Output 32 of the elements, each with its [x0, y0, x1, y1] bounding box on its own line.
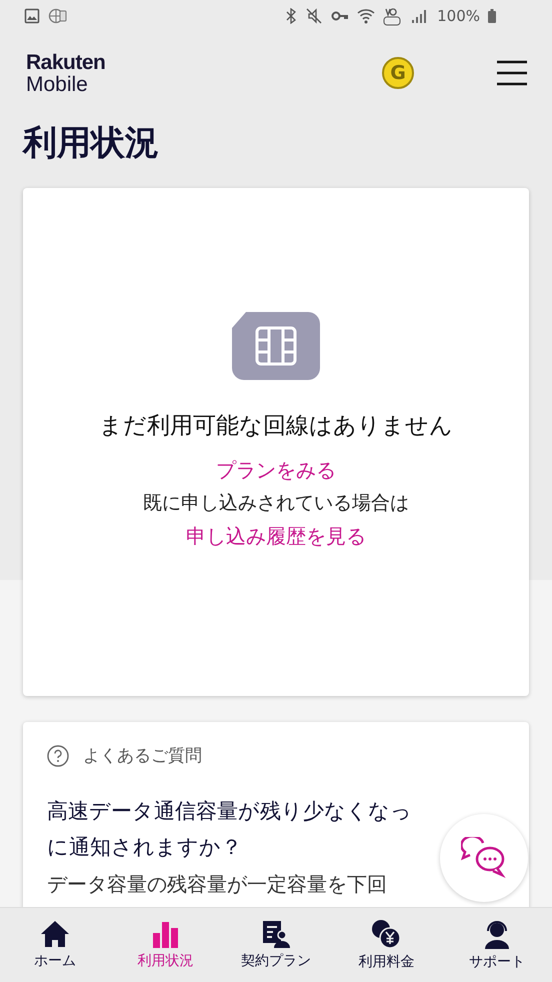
globe-icon [48, 8, 68, 24]
volte-icon [383, 6, 404, 26]
battery-icon [488, 9, 496, 23]
menu-icon[interactable] [496, 60, 528, 86]
faq-heading: よくあるご質問 [83, 745, 202, 767]
applied-note: 既に申し込みされている場合は [143, 491, 409, 516]
no-line-message: まだ利用可能な回線はありません [99, 412, 453, 441]
faq-question[interactable]: 高速データ通信容量が残り少なくなっ [47, 793, 412, 829]
mute-icon [305, 8, 324, 24]
question-icon [47, 744, 69, 766]
nav-tab[interactable]: サポート [442, 908, 552, 982]
bar-chart-icon [150, 920, 181, 948]
home-icon [40, 920, 70, 948]
view-plans-link[interactable]: プランをみる [216, 453, 336, 487]
sim-card-icon [232, 312, 320, 380]
faq-question[interactable]: に通知されますか？ [47, 829, 242, 865]
faq-answer: データ容量の残容量が一定容量を下回 [47, 871, 388, 898]
document-person-icon [261, 920, 292, 948]
image-icon [24, 8, 40, 24]
rakuten-mobile-logo[interactable]: Rakuten Mobile [26, 52, 106, 94]
nav-tab[interactable]: 利用状況 [110, 908, 221, 982]
nav-tab[interactable]: ホーム [0, 908, 110, 982]
battery-percent: 100% [437, 7, 480, 25]
page-title: 利用状況 [23, 122, 160, 165]
nav-tab[interactable]: 利用料金 [331, 908, 442, 982]
coins-icon [371, 919, 402, 949]
application-history-link[interactable]: 申し込み履歴を見る [186, 519, 366, 553]
points-coin[interactable]: G [382, 57, 414, 89]
nav-tab[interactable]: 契約プラン [220, 908, 332, 982]
wifi-icon [357, 8, 376, 24]
chat-icon [461, 837, 507, 879]
bluetooth-icon [285, 8, 298, 24]
